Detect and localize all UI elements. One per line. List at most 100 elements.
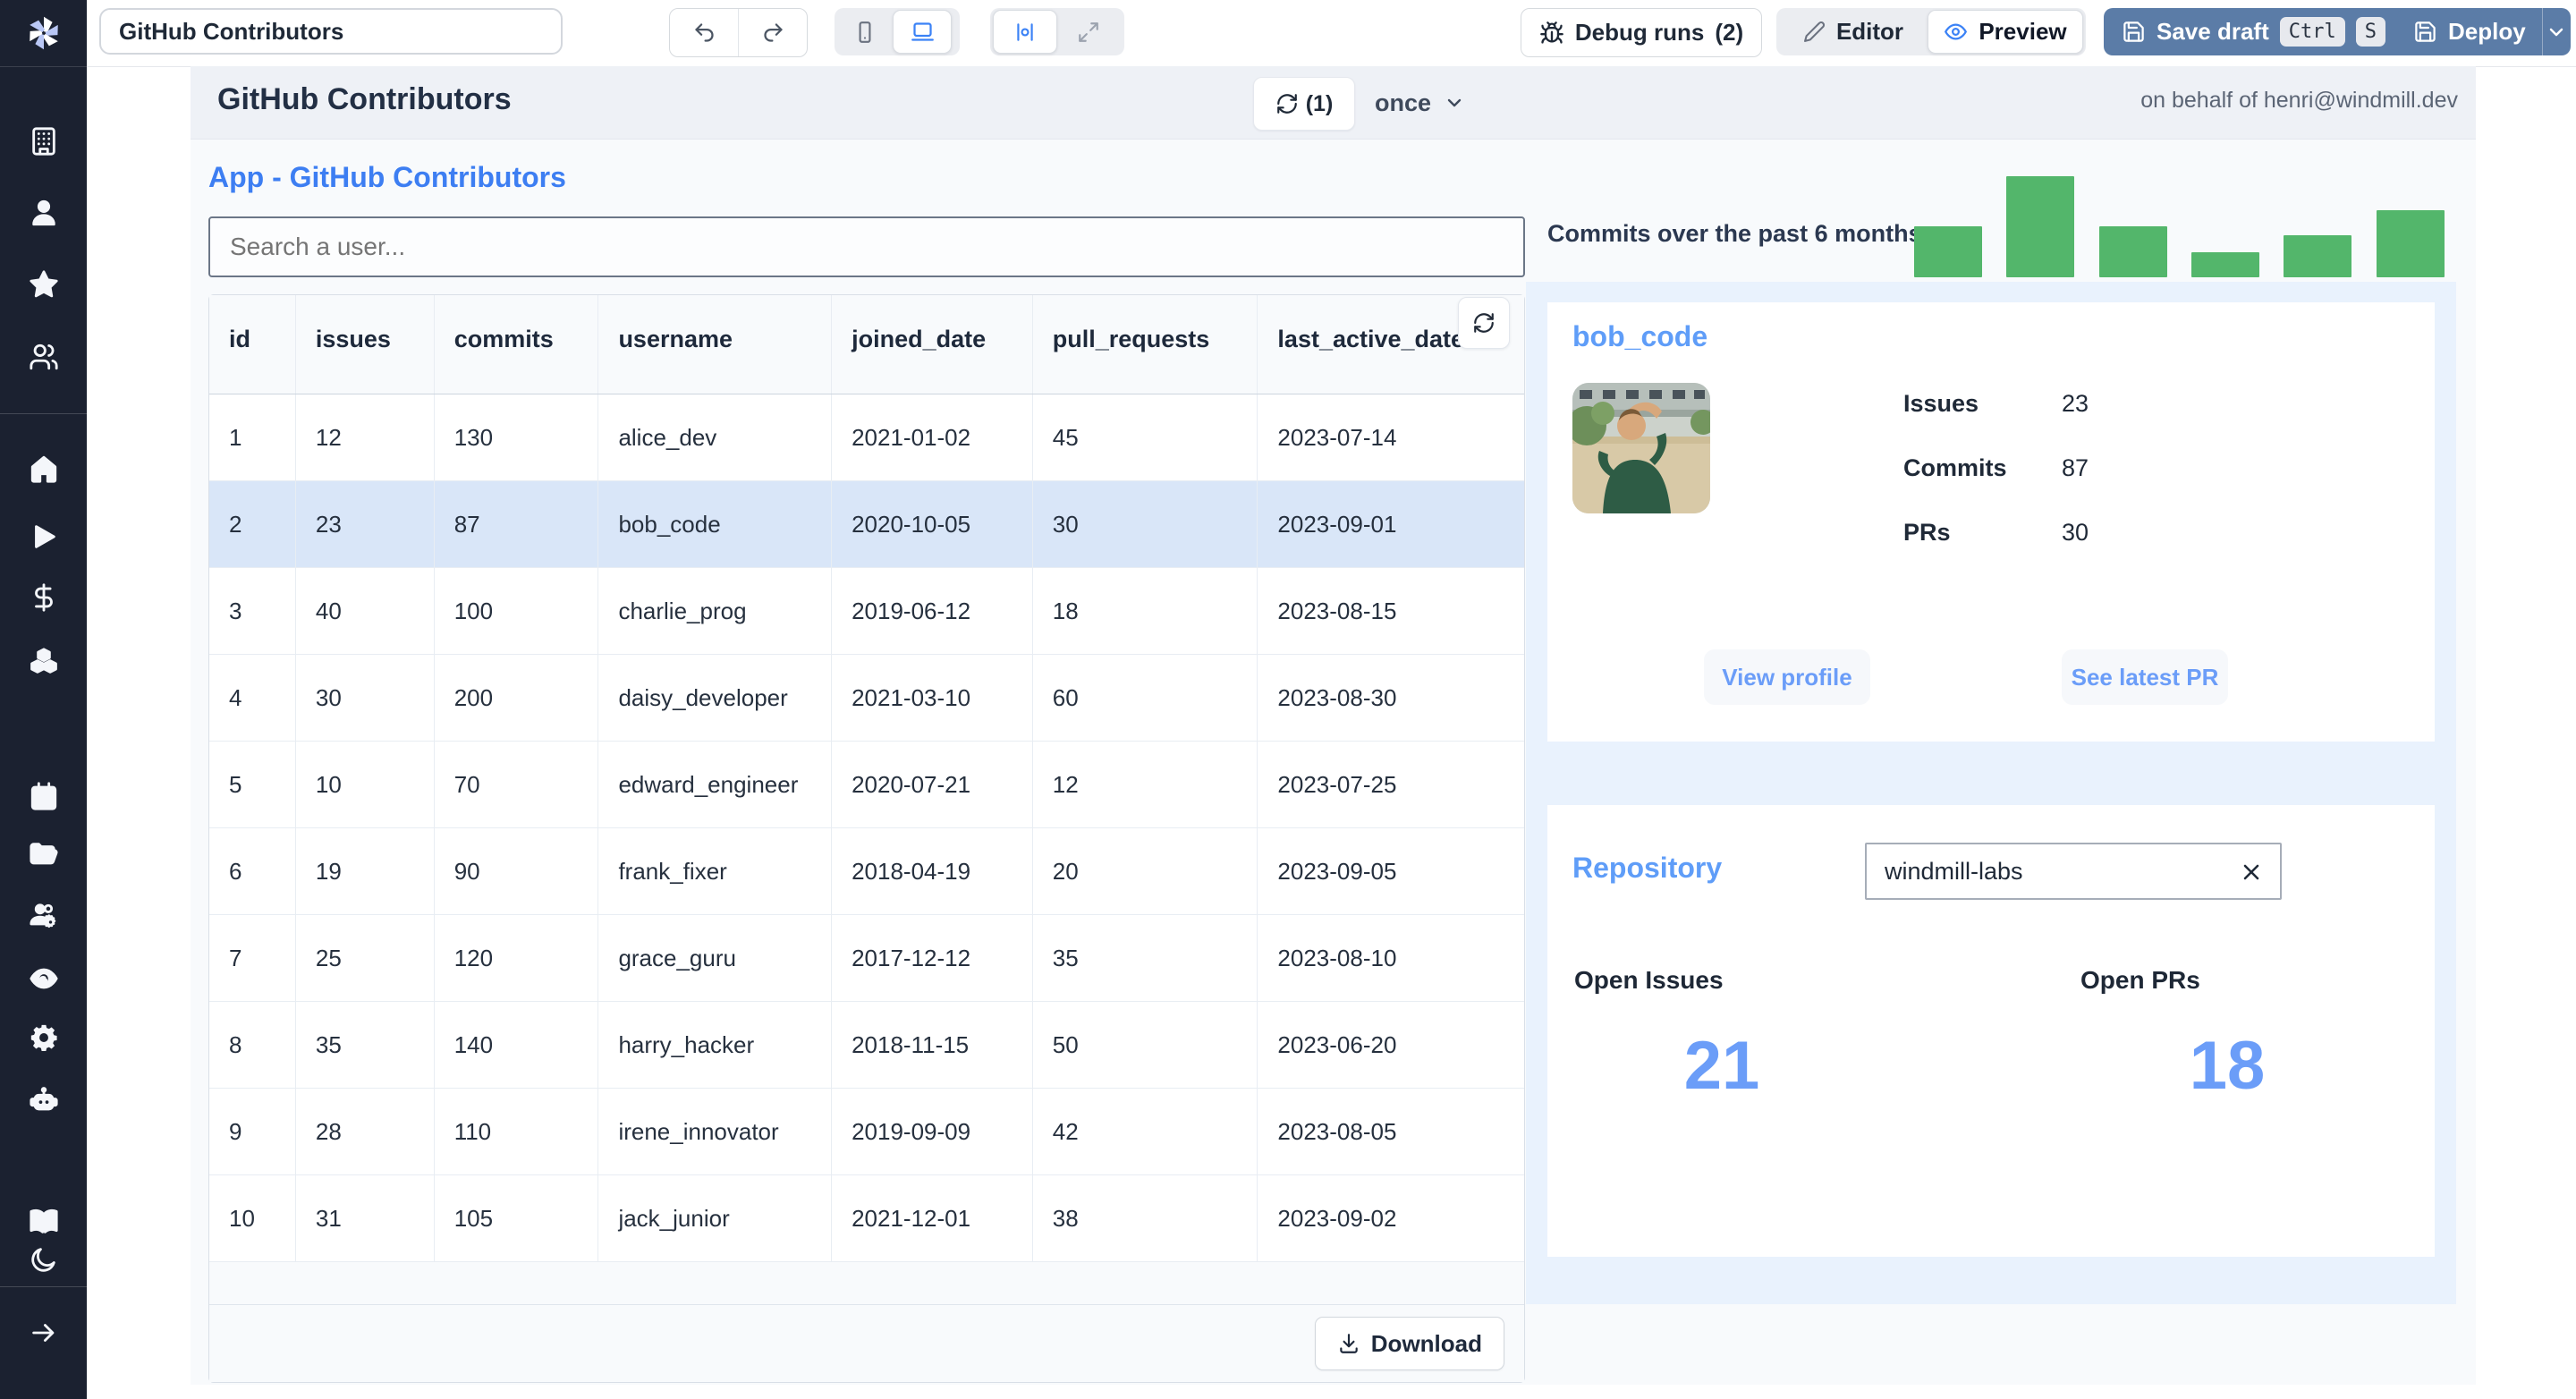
sidebar-item-arrow-right[interactable] <box>25 1314 63 1352</box>
chart-bar <box>2099 226 2167 277</box>
app-canvas: GitHub Contributors (1) once on behalf o… <box>191 66 2476 1385</box>
table-row[interactable]: 7 25 120 grace_guru 2017-12-12 35 2023-08-10 <box>209 915 1524 1002</box>
sidebar-item-folder-open[interactable] <box>25 835 63 873</box>
table-row[interactable]: 9 28 110 irene_innovator 2019-09-09 42 2023-08… <box>209 1089 1524 1175</box>
app-title-input[interactable] <box>99 8 563 55</box>
cell-joined_date: 2017-12-12 <box>832 915 1033 1001</box>
stat-label: Commits <box>1903 454 2007 481</box>
cell-issues: 40 <box>296 568 435 654</box>
sidebar-item-eye[interactable] <box>25 960 63 997</box>
sidebar-item-boxes[interactable] <box>25 643 63 681</box>
cell-issues: 10 <box>296 742 435 827</box>
app-header-bar: GitHub Contributors (1) once on behalf o… <box>191 66 2476 140</box>
users-icon <box>30 343 58 370</box>
table-row[interactable]: 6 19 90 frank_fixer 2018-04-19 20 2023-09-05 <box>209 828 1524 915</box>
cell-last_active_date: 2023-07-25 <box>1277 770 1397 798</box>
cell-id: 5 <box>209 742 296 827</box>
sidebar-item-users[interactable] <box>25 338 63 376</box>
open-issues-value: 21 <box>1683 1028 1760 1104</box>
star-icon <box>30 270 58 298</box>
table-row[interactable]: 2 23 87 bob_code 2020-10-05 30 2023-09-01 <box>209 481 1524 568</box>
cell-pull_requests: 12 <box>1033 742 1258 827</box>
deploy-button-group: Deploy <box>2397 8 2571 55</box>
table-row[interactable]: 4 30 200 daisy_developer 2021-03-10 60 2023-08… <box>209 655 1524 742</box>
column-header-username[interactable]: username <box>598 295 833 394</box>
deploy-button[interactable]: Deploy <box>2397 8 2542 55</box>
sidebar-item-users-gear[interactable] <box>25 896 63 934</box>
table-refresh-button[interactable] <box>1458 297 1510 349</box>
sidebar-item-book-open[interactable] <box>25 1202 63 1240</box>
table-row[interactable]: 1 12 130 alice_dev 2021-01-02 45 2023-07-14 <box>209 394 1524 481</box>
sidebar-item-calendar[interactable] <box>25 777 63 815</box>
arrow-right-icon <box>32 1324 55 1342</box>
column-header-pull_requests[interactable]: pull_requests <box>1033 295 1258 394</box>
table-row[interactable]: 5 10 70 edward_engineer 2020-07-21 12 2023-07-… <box>209 742 1524 828</box>
table-row[interactable]: 10 31 105 jack_junior 2021-12-01 38 2023-09-02 <box>209 1175 1524 1262</box>
clear-input-button[interactable] <box>2236 857 2267 887</box>
column-header-joined_date[interactable]: joined_date <box>832 295 1033 394</box>
table-footer: Download <box>209 1304 1524 1382</box>
table-row[interactable]: 3 40 100 charlie_prog 2019-06-12 18 2023-08-15 <box>209 568 1524 655</box>
desktop-view-button[interactable] <box>893 10 952 54</box>
sidebar-item-play[interactable] <box>25 518 63 555</box>
cell-last_active_date: 2023-09-05 <box>1277 857 1397 885</box>
see-latest-pr-button[interactable]: See latest PR <box>2062 649 2228 705</box>
app-refresh-button[interactable]: (1) <box>1253 77 1355 131</box>
save-icon <box>2415 21 2436 42</box>
stat-label: PRs <box>1903 519 1951 546</box>
schedule-dropdown[interactable]: once <box>1375 77 1465 129</box>
column-header-commits[interactable]: commits <box>435 295 599 394</box>
cell-pull_requests: 60 <box>1033 655 1258 741</box>
editor-tab[interactable]: Editor <box>1779 11 1928 53</box>
cell-last_active_date: 2023-06-20 <box>1277 1030 1397 1058</box>
kbd-s: S <box>2355 17 2385 47</box>
fullwidth-button[interactable] <box>1057 11 1120 53</box>
download-icon <box>1340 1334 1358 1353</box>
avatar-illustration <box>1572 383 1710 513</box>
cell-issues: 23 <box>296 481 435 567</box>
cell-last_active_date: 2023-09-02 <box>1277 1204 1397 1232</box>
download-button[interactable]: Download <box>1314 1317 1504 1370</box>
user-card-username: bob_code <box>1572 320 1708 352</box>
open-issues-label: Open Issues <box>1574 966 1724 994</box>
cell-issues: 30 <box>296 655 435 741</box>
sidebar-item-bot[interactable] <box>25 1081 63 1119</box>
cell-joined_date: 2021-12-01 <box>832 1175 1033 1261</box>
sidebar-item-moon[interactable] <box>25 1241 63 1278</box>
save-draft-button[interactable]: Save draft Ctrl S <box>2104 8 2415 55</box>
app-title: GitHub Contributors <box>217 82 512 116</box>
preview-tab[interactable]: Preview <box>1928 10 2083 54</box>
table-row[interactable]: 8 35 140 harry_hacker 2018-11-15 50 2023-06-20 <box>209 1002 1524 1089</box>
cell-username: bob_code <box>598 481 833 567</box>
search-input[interactable] <box>208 216 1525 277</box>
sidebar-item-user[interactable] <box>25 194 63 232</box>
chart-bar <box>2284 235 2351 277</box>
undo-button[interactable] <box>670 9 738 56</box>
sidebar-item-home[interactable] <box>25 450 63 488</box>
redo-button[interactable] <box>739 9 807 56</box>
debug-runs-button[interactable]: Debug runs (2) <box>1521 8 1762 57</box>
column-header-issues[interactable]: issues <box>296 295 435 394</box>
column-header-id[interactable]: id <box>209 295 296 394</box>
cell-id: 6 <box>209 828 296 914</box>
chevron-down-icon <box>1447 98 1462 107</box>
sidebar-item-building[interactable] <box>25 123 63 160</box>
cell-last_active_date: 2023-08-30 <box>1277 683 1397 711</box>
deploy-dropdown-button[interactable] <box>2542 8 2571 55</box>
mobile-view-button[interactable] <box>837 11 893 53</box>
eye-icon <box>1945 23 1968 40</box>
sidebar-item-gear[interactable] <box>25 1019 63 1056</box>
sidebar-item-star[interactable] <box>25 266 63 303</box>
cell-id: 1 <box>209 394 296 480</box>
cell-commits: 70 <box>435 742 599 827</box>
windmill-pinwheel-icon <box>29 16 58 50</box>
stat-prs: PRs 30 <box>1903 519 2404 549</box>
cell-username: edward_engineer <box>598 742 833 827</box>
sidebar-item-dollar[interactable] <box>25 579 63 616</box>
stat-value: 87 <box>2062 454 2089 481</box>
center-align-button[interactable] <box>993 10 1057 54</box>
repository-input[interactable] <box>1865 843 2282 900</box>
windmill-logo[interactable] <box>0 0 87 67</box>
view-profile-button[interactable]: View profile <box>1704 649 1870 705</box>
cell-commits: 90 <box>435 828 599 914</box>
